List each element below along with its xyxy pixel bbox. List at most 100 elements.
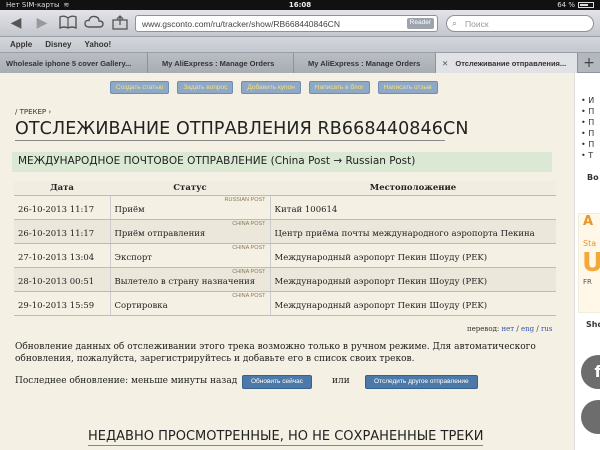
row-status: Сортировка (114, 300, 168, 311)
row-status: Вылетело в страну назначения (114, 276, 256, 287)
sidebar-item[interactable]: • П (575, 106, 600, 117)
ad-line: A (583, 214, 594, 229)
table-row: 26-10-2013 11:17 CHINA POST Приём отправ… (14, 219, 556, 244)
carrier-tag: CHINA POST (232, 220, 266, 227)
table-row: 27-10-2013 13:04 CHINA POST Экспорт Межд… (14, 243, 556, 268)
sidebar-link[interactable]: Sho (586, 320, 600, 329)
row-status: Экспорт (114, 252, 153, 263)
carrier-tag: CHINA POST (232, 244, 266, 251)
translation-none-link[interactable]: нет (502, 325, 515, 333)
ask-question-button[interactable]: Задать вопрос (177, 81, 234, 94)
bookmarks-icon[interactable] (58, 15, 78, 31)
carrier-tag: RUSSIAN POST (224, 196, 266, 203)
sidebar-item[interactable]: • И (575, 95, 600, 106)
page-title: ОТСЛЕЖИВАНИЕ ОТПРАВЛЕНИЯ RB668440846CN (15, 119, 469, 139)
back-icon[interactable]: ◀ (6, 15, 26, 31)
row-status-cell: CHINA POST Сортировка (109, 291, 271, 316)
close-icon[interactable]: ✕ (442, 59, 448, 68)
ad-line: Sta (583, 239, 597, 248)
column-header-status: Статус (110, 181, 270, 196)
write-review-button[interactable]: Написать отзыв (377, 81, 438, 94)
right-sidebar: • И • П • П • П • П • Т Во A Sta U FR Sh… (574, 73, 600, 450)
top-action-buttons: Создать статью Задать вопрос Добавить ку… (110, 81, 438, 94)
forward-icon[interactable]: ▶ (32, 15, 52, 31)
track-other-button[interactable]: Отследить другое отправление (365, 375, 478, 389)
table-row: 29-10-2013 15:59 CHINA POST Сортировка М… (14, 291, 556, 316)
write-blog-button[interactable]: Написать в блог (308, 81, 370, 94)
row-location: Международный аэропорт Пекин Шоуду (PEK) (270, 243, 556, 268)
share-icon[interactable] (110, 15, 130, 31)
tracking-table: Дата Статус Местоположение 26-10-2013 11… (14, 181, 556, 316)
row-location: Центр приёма почты международного аэропо… (270, 219, 556, 244)
row-status: Приём (114, 204, 145, 215)
sidebar-item[interactable]: • П (575, 117, 600, 128)
ad-line: FR (583, 278, 592, 286)
create-article-button[interactable]: Создать статью (110, 81, 170, 94)
row-date: 28-10-2013 00:51 (14, 267, 110, 292)
battery-icon (578, 2, 594, 8)
url-field[interactable]: www.gsconto.com/ru/tracker/show/RB668440… (135, 15, 438, 32)
reader-button[interactable]: Reader (406, 18, 434, 29)
translation-label: перевод: (467, 325, 500, 333)
table-header-row: Дата Статус Местоположение (14, 181, 556, 196)
sidebar-ad[interactable]: A Sta U FR (578, 213, 600, 313)
tab-tracking[interactable]: ✕ Отслеживание отправления... (436, 53, 578, 73)
row-location: Китай 100614 (270, 195, 556, 220)
manual-update-notice: Обновление данных об отслеживании этого … (15, 342, 536, 364)
add-coupon-button[interactable]: Добавить купон (241, 81, 301, 94)
translation-rus-link[interactable]: rus (541, 325, 552, 333)
translation-switcher: перевод: нет / eng / rus (467, 325, 552, 333)
tab-aliexpress-1[interactable]: My AliExpress : Manage Orders (148, 53, 294, 73)
sidebar-item[interactable]: • П (575, 139, 600, 150)
table-row: 26-10-2013 11:17 RUSSIAN POST Приём Кита… (14, 195, 556, 220)
separator: / (536, 325, 539, 333)
row-location: Международный аэропорт Пекин Шоуду (PEK) (270, 267, 556, 292)
search-icon: ⌕ (452, 18, 458, 28)
title-divider (15, 140, 445, 141)
bookmarks-bar: Apple Disney Yahoo! (0, 37, 600, 53)
status-bar: Нет SIM-карты ≋ 16:08 64 % (0, 0, 600, 10)
tab-label: Wholesale iphone 5 cover Gallery... (6, 59, 132, 68)
column-header-date: Дата (14, 181, 110, 196)
column-header-location: Местоположение (270, 181, 556, 196)
row-status: Приём отправления (114, 228, 206, 239)
icloud-tabs-icon[interactable] (84, 15, 104, 31)
tab-wholesale[interactable]: Wholesale iphone 5 cover Gallery... (0, 53, 148, 73)
carrier-tag: CHINA POST (232, 268, 266, 275)
ad-line: U (579, 248, 600, 278)
row-status-cell: CHINA POST Экспорт (109, 243, 271, 268)
bookmark-item[interactable]: Yahoo! (84, 40, 111, 49)
row-status-cell: CHINA POST Вылетело в страну назначения (109, 267, 271, 292)
url-text: www.gsconto.com/ru/tracker/show/RB668440… (142, 19, 340, 29)
search-placeholder: Поиск (465, 19, 489, 29)
search-field[interactable]: ⌕ Поиск (446, 15, 594, 32)
tab-aliexpress-2[interactable]: My AliExpress : Manage Orders (294, 53, 436, 73)
tab-bar: Wholesale iphone 5 cover Gallery... My A… (0, 53, 600, 73)
translation-eng-link[interactable]: eng (521, 325, 534, 333)
sidebar-heading: Во (587, 173, 599, 182)
social-icon[interactable] (581, 400, 600, 434)
sidebar-item[interactable]: • Т (575, 150, 600, 161)
table-row: 28-10-2013 00:51 CHINA POST Вылетело в с… (14, 267, 556, 292)
row-location: Международный аэропорт Пекин Шоуду (PEK) (270, 291, 556, 316)
add-tab-button[interactable]: + (578, 53, 600, 73)
breadcrumb[interactable]: / ТРЕКЕР › (15, 108, 51, 116)
recent-tracks-heading: НЕДАВНО ПРОСМОТРЕННЫЕ, НО НЕ СОХРАНЕННЫЕ… (88, 429, 484, 444)
row-date: 29-10-2013 15:59 (14, 291, 110, 316)
shipment-banner: МЕЖДУНАРОДНОЕ ПОЧТОВОЕ ОТПРАВЛЕНИЕ (Chin… (12, 152, 552, 172)
bookmark-item[interactable]: Apple (10, 40, 32, 49)
sidebar-item[interactable]: • П (575, 128, 600, 139)
row-date: 27-10-2013 13:04 (14, 243, 110, 268)
bookmark-item[interactable]: Disney (45, 40, 71, 49)
row-status-cell: CHINA POST Приём отправления (109, 219, 271, 244)
carrier-tag: CHINA POST (232, 292, 266, 299)
facebook-icon[interactable]: f (581, 355, 600, 389)
row-date: 26-10-2013 11:17 (14, 195, 110, 220)
tab-label: My AliExpress : Manage Orders (308, 59, 421, 68)
row-date: 26-10-2013 11:17 (14, 219, 110, 244)
row-status-cell: RUSSIAN POST Приём (109, 195, 271, 220)
or-text: или (332, 376, 350, 386)
update-now-button[interactable]: Обновить сейчас (242, 375, 312, 389)
last-update-text: Последнее обновление: меньше минуты наза… (15, 376, 238, 386)
recent-divider (88, 445, 483, 446)
